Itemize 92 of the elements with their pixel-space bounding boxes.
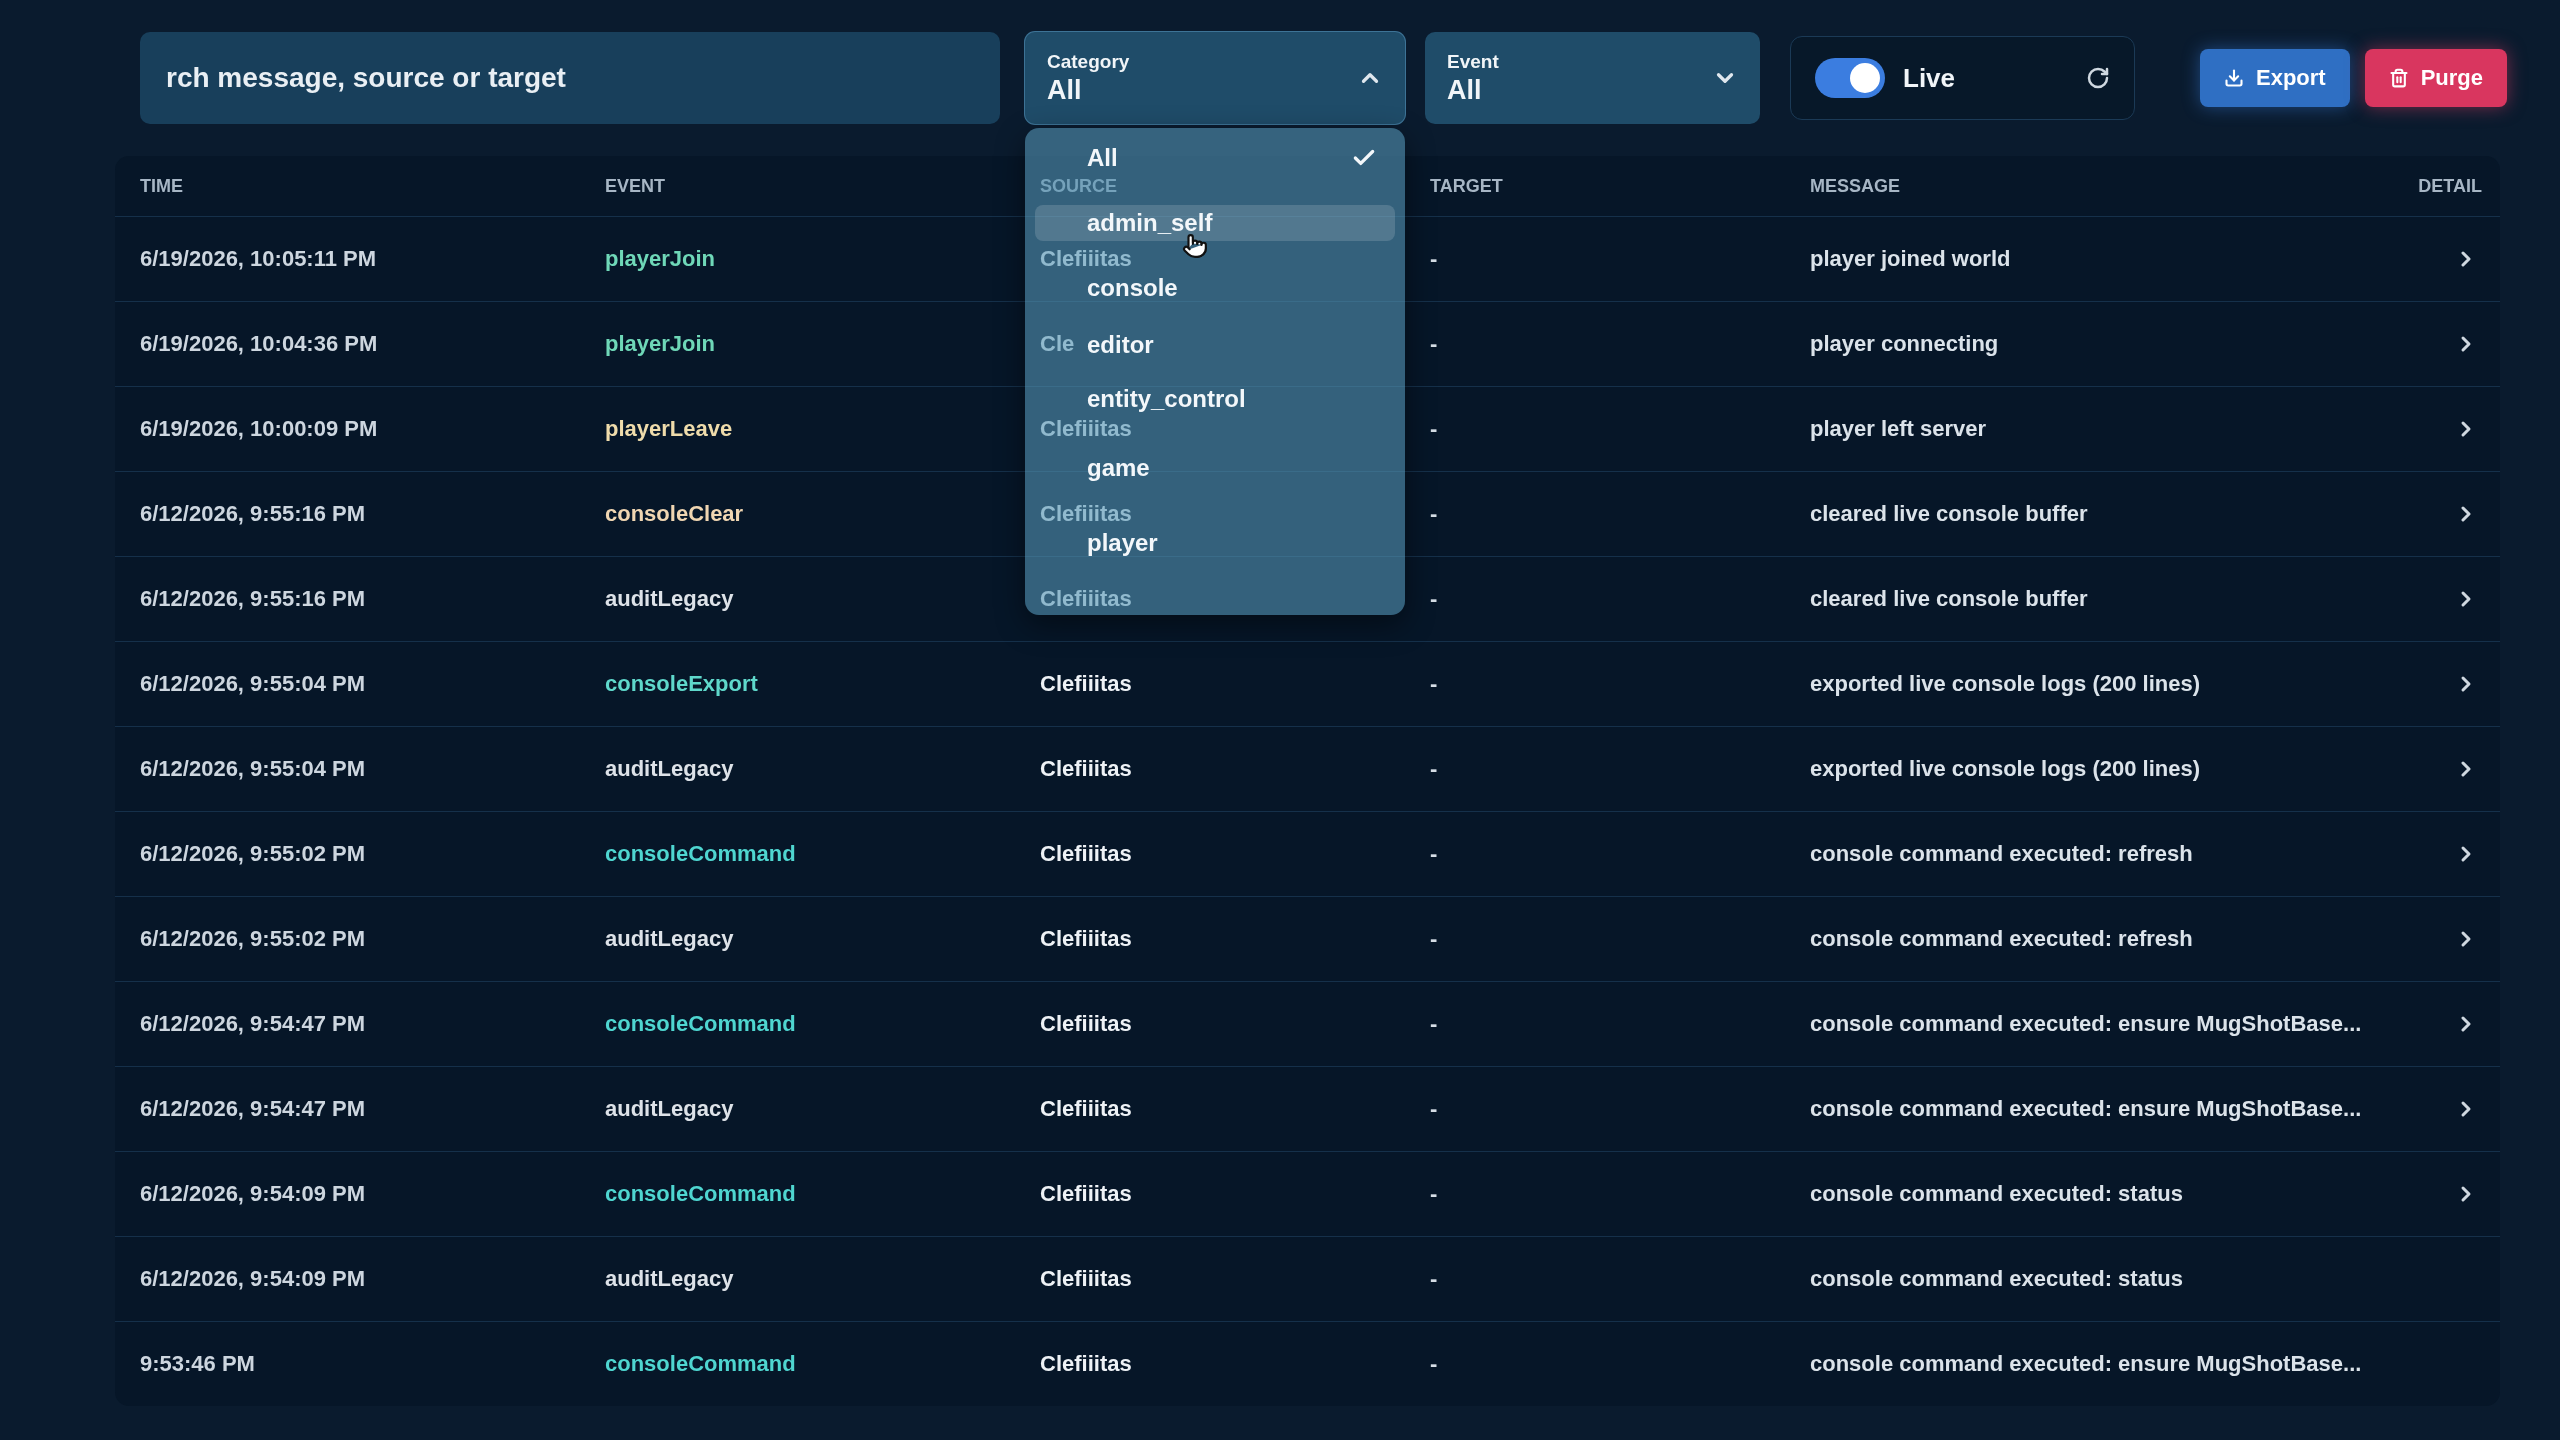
timestamp-text: 6/12/2026, 9:54:47 PM [140,1011,366,1036]
source-name: Clefiiitas [1040,1181,1132,1206]
target-text: - [1430,416,1438,441]
source-name: Cle [1040,331,1075,356]
target-text: - [1430,926,1438,951]
message-text: console command executed: ensure MugShotBase... [1810,1096,2362,1121]
event-name: consoleCommand [605,841,796,866]
timestamp-text: 6/12/2026, 9:55:02 PM [140,926,366,951]
download-icon [2224,68,2244,88]
export-button[interactable]: Export [2200,49,2350,107]
event-name: auditLegacy [605,926,734,951]
timestamp-text: 6/12/2026, 9:55:04 PM [140,671,366,696]
timestamp-text: 6/12/2026, 9:55:16 PM [140,586,366,611]
timestamp-text: 6/19/2026, 10:00:09 PM [140,416,378,441]
source-name: Clefiiitas [1040,671,1132,696]
event-name: consoleCommand [605,1181,796,1206]
purge-button[interactable]: Purge [2364,49,2508,107]
source-name: Clefiiitas [1040,1011,1132,1036]
timestamp-text: 6/12/2026, 9:54:09 PM [140,1181,366,1206]
source-name: Clefiiitas [1040,586,1132,611]
timestamp-text: 6/12/2026, 9:55:02 PM [140,841,366,866]
target-text: - [1430,246,1438,271]
event-name: auditLegacy [605,1096,734,1121]
source-name: Clefiiitas [1040,1351,1132,1376]
message-text: player left server [1810,416,1987,441]
target-text: - [1430,1266,1438,1291]
event-name: playerJoin [605,331,716,356]
event-name: consoleCommand [605,1011,796,1036]
event-name: playerLeave [605,416,733,441]
event-name: consoleCommand [605,1351,796,1376]
source-name: Clefiiitas [1040,756,1132,781]
target-text: - [1430,501,1438,526]
column-header: TIME [140,176,183,196]
target-text: - [1430,841,1438,866]
message-text: console command executed: ensure MugShotBase... [1810,1351,2362,1376]
column-header: MESSAGE [1810,176,1901,196]
search-field[interactable]: rch message, source or target [140,32,1000,124]
timestamp-text: 6/19/2026, 10:04:36 PM [140,331,378,356]
column-header: TARGET [1430,176,1503,196]
source-name: Clefiiitas [1040,501,1132,526]
dropdown-option[interactable]: player [1035,525,1395,561]
live-toggle[interactable] [1815,58,1885,98]
message-text: exported live console logs (200 lines) [1810,671,2201,696]
message-text: console command executed: ensure MugShotBase... [1810,1011,2362,1036]
trash-icon [2388,68,2409,88]
source-name: Clefiiitas [1040,416,1132,441]
dropdown-select[interactable]: Category All [1025,32,1405,124]
event-name: auditLegacy [605,1266,734,1291]
column-header: SOURCE [1040,176,1117,196]
message-text: cleared live console buffer [1810,586,2088,611]
live-label: Live [1903,63,1956,93]
source-name: Clefiiitas [1040,926,1132,951]
target-text: - [1430,756,1438,781]
refresh-icon[interactable] [2086,66,2110,90]
event-name: auditLegacy [605,586,734,611]
column-header: DETAIL [2418,176,2482,196]
source-name: Clefiiitas [1040,1266,1132,1291]
timestamp-text: 9:53:46 PM [140,1351,255,1376]
dropdown-option[interactable]: All [1035,140,1395,176]
dropdown-option[interactable]: console [1035,270,1395,306]
target-text: - [1430,1011,1438,1036]
message-text: cleared live console buffer [1810,501,2088,526]
event-name: auditLegacy [605,756,734,781]
message-text: exported live console logs (200 lines) [1810,756,2201,781]
source-name: Clefiiitas [1040,1096,1132,1121]
source-name: Clefiiitas [1040,841,1132,866]
timestamp-text: 6/12/2026, 9:55:04 PM [140,756,366,781]
dropdown-option[interactable]: entity_control [1035,381,1395,417]
target-text: - [1430,586,1438,611]
timestamp-text: 6/12/2026, 9:54:09 PM [140,1266,366,1291]
event-name: playerJoin [605,246,716,271]
source-name: Clefiiitas [1040,246,1132,271]
message-text: console command executed: status [1810,1266,2183,1291]
message-text: player joined world [1810,246,2011,271]
event-name: consoleExport [605,671,758,696]
target-text: - [1430,1351,1438,1376]
timestamp-text: 6/12/2026, 9:55:16 PM [140,501,366,526]
dropdown-option[interactable]: game [1035,450,1395,486]
target-text: - [1430,1096,1438,1121]
message-text: console command executed: refresh [1810,926,2193,951]
dropdown-option[interactable]: admin_self [1035,205,1395,241]
timestamp-text: 6/12/2026, 9:54:47 PM [140,1096,366,1121]
target-text: - [1430,1181,1438,1206]
timestamp-text: 6/19/2026, 10:05:11 PM [140,246,377,271]
dropdown-select[interactable]: Event All [1425,32,1760,124]
target-text: - [1430,331,1438,356]
message-text: console command executed: status [1810,1181,2183,1206]
message-text: console command executed: refresh [1810,841,2193,866]
target-text: - [1430,671,1438,696]
event-name: consoleClear [605,501,744,526]
message-text: player connecting [1810,331,1999,356]
column-header: EVENT [605,176,665,196]
